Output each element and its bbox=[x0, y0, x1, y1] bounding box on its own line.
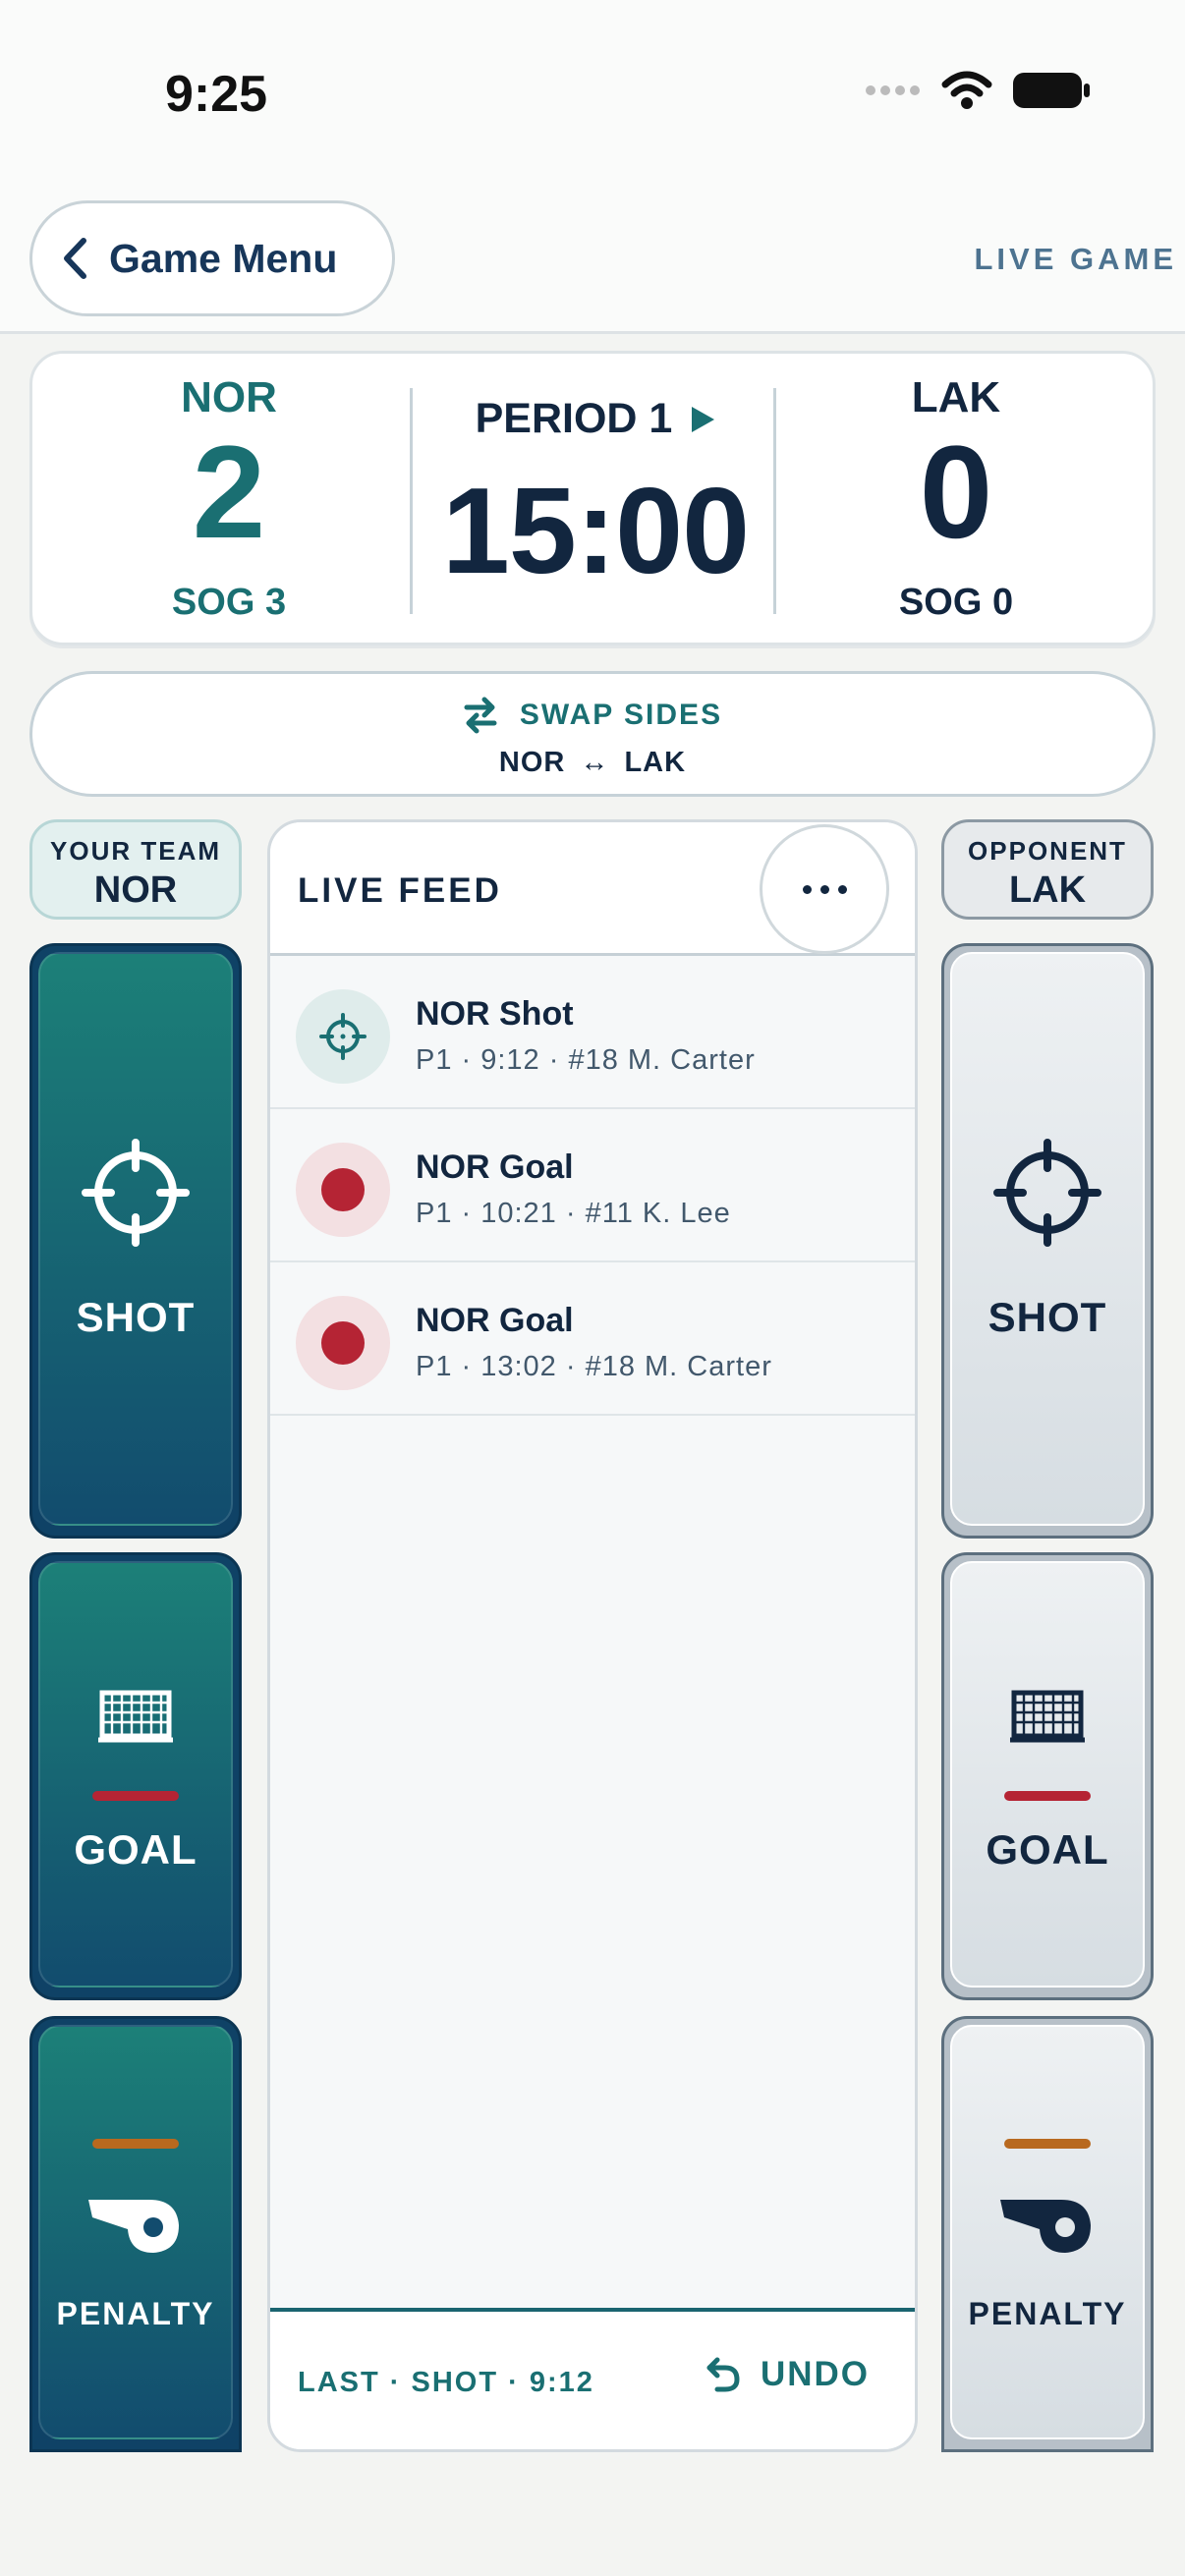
live-feed-panel: LIVE FEED NOR Shot P1 · 9:12 · #18 M. Ca… bbox=[267, 819, 918, 2452]
more-icon bbox=[802, 884, 812, 894]
away-sog: SOG 0 bbox=[898, 582, 1014, 623]
more-icon bbox=[837, 884, 847, 894]
feed-item-detail: P1 · 13:02 · #18 M. Carter bbox=[416, 1351, 772, 1382]
live-feed-footer: LAST · SHOT · 9:12 UNDO bbox=[270, 2308, 915, 2449]
home-team-score: NOR 2 SOG 3 bbox=[62, 354, 396, 643]
swap-sides-button[interactable]: SWAP SIDES NOR ↔ LAK bbox=[29, 671, 1156, 797]
game-clock-panel[interactable]: PERIOD 1 15:00 bbox=[416, 354, 775, 643]
button-face bbox=[950, 1561, 1145, 1988]
divider bbox=[773, 388, 776, 614]
home-goal-label: GOAL bbox=[74, 1826, 198, 1873]
opponent-name: LAK bbox=[1008, 869, 1087, 911]
home-shot-label: SHOT bbox=[76, 1294, 196, 1340]
away-score: 0 bbox=[919, 420, 993, 566]
feed-item[interactable]: NOR Shot P1 · 9:12 · #18 M. Carter bbox=[270, 956, 915, 1109]
button-face bbox=[38, 1561, 233, 1988]
feed-item[interactable]: NOR Goal P1 · 13:02 · #18 M. Carter bbox=[270, 1262, 915, 1416]
more-icon bbox=[819, 884, 829, 894]
goal-net-icon bbox=[32, 1689, 239, 1744]
scoreboard: NOR 2 SOG 3 PERIOD 1 15:00 LAK 0 SOG 0 bbox=[29, 351, 1156, 645]
your-team-name: NOR bbox=[93, 869, 178, 911]
status-time: 9:25 bbox=[165, 66, 268, 123]
live-feed-title: LIVE FEED bbox=[298, 871, 502, 910]
swap-sides-row: SWAP SIDES bbox=[32, 696, 1153, 735]
undo-label: UNDO bbox=[760, 2355, 870, 2393]
goal-indicator-bar bbox=[944, 1791, 1151, 1801]
home-penalty-button[interactable]: PENALTY bbox=[29, 2016, 242, 2452]
page-title: LIVE GAME bbox=[974, 242, 1177, 276]
home-score: 2 bbox=[192, 420, 266, 566]
home-shot-button[interactable]: SHOT bbox=[29, 943, 242, 1539]
status-bar: 9:25 bbox=[0, 0, 1185, 187]
live-feed-header: LIVE FEED bbox=[270, 822, 915, 956]
away-shot-label: SHOT bbox=[988, 1294, 1107, 1340]
feed-item-detail: P1 · 9:12 · #18 M. Carter bbox=[416, 1044, 756, 1076]
game-menu-button[interactable]: Game Menu bbox=[29, 200, 395, 316]
opponent-label: OPPONENT LAK bbox=[941, 819, 1154, 920]
swap-icon bbox=[464, 697, 497, 734]
away-penalty-label: PENALTY bbox=[968, 2296, 1127, 2331]
feed-item-title: NOR Goal bbox=[416, 1148, 574, 1186]
goal-dot-icon bbox=[296, 1296, 390, 1390]
your-team-caption: YOUR TEAM bbox=[50, 836, 221, 866]
top-nav-bar: Game Menu LIVE GAME bbox=[0, 187, 1185, 334]
goal-dot-icon bbox=[296, 1143, 390, 1237]
more-options-button[interactable] bbox=[760, 824, 889, 954]
penalty-indicator-bar bbox=[32, 2139, 239, 2149]
home-goal-button[interactable]: GOAL bbox=[29, 1552, 242, 2000]
feed-item-title: NOR Shot bbox=[416, 995, 574, 1033]
divider bbox=[410, 388, 413, 614]
battery-icon bbox=[1013, 73, 1090, 108]
home-sog: SOG 3 bbox=[171, 582, 287, 623]
game-menu-label: Game Menu bbox=[109, 235, 338, 281]
opponent-caption: OPPONENT bbox=[968, 836, 1127, 866]
last-event-text: LAST · SHOT · 9:12 bbox=[298, 2367, 594, 2398]
away-shot-button[interactable]: SHOT bbox=[941, 943, 1154, 1539]
swap-sides-teams: NOR ↔ LAK bbox=[498, 747, 687, 778]
wifi-icon bbox=[941, 71, 992, 109]
penalty-indicator-bar bbox=[944, 2139, 1151, 2149]
swap-sides-label: SWAP SIDES bbox=[519, 699, 723, 731]
your-team-label: YOUR TEAM NOR bbox=[29, 819, 242, 920]
away-goal-button[interactable]: GOAL bbox=[941, 1552, 1154, 2000]
play-icon bbox=[692, 406, 715, 432]
status-icons bbox=[865, 71, 1091, 110]
period-indicator: PERIOD 1 bbox=[416, 395, 775, 443]
undo-icon bbox=[706, 2357, 740, 2392]
period-label: PERIOD 1 bbox=[475, 395, 673, 442]
away-goal-label: GOAL bbox=[986, 1826, 1109, 1873]
crosshair-icon bbox=[296, 989, 390, 1084]
goal-net-icon bbox=[944, 1689, 1151, 1744]
home-penalty-label: PENALTY bbox=[56, 2296, 215, 2331]
undo-button[interactable]: UNDO bbox=[705, 2355, 870, 2394]
crosshair-icon bbox=[32, 1139, 239, 1247]
goal-indicator-bar bbox=[32, 1791, 239, 1801]
live-feed-list: NOR Shot P1 · 9:12 · #18 M. Carter NOR G… bbox=[270, 956, 915, 1416]
feed-item-title: NOR Goal bbox=[416, 1302, 574, 1339]
whistle-icon bbox=[32, 2192, 239, 2257]
crosshair-icon bbox=[944, 1139, 1151, 1247]
away-team-abbr: LAK bbox=[911, 373, 1001, 421]
game-clock: 15:00 bbox=[441, 464, 750, 599]
feed-item[interactable]: NOR Goal P1 · 10:21 · #11 K. Lee bbox=[270, 1109, 915, 1262]
away-team-score: LAK 0 SOG 0 bbox=[789, 354, 1123, 643]
whistle-icon bbox=[944, 2192, 1151, 2257]
chevron-left-icon bbox=[64, 238, 86, 279]
feed-item-detail: P1 · 10:21 · #11 K. Lee bbox=[416, 1198, 731, 1229]
home-team-abbr: NOR bbox=[181, 373, 277, 421]
signal-icon bbox=[866, 85, 920, 95]
away-penalty-button[interactable]: PENALTY bbox=[941, 2016, 1154, 2452]
